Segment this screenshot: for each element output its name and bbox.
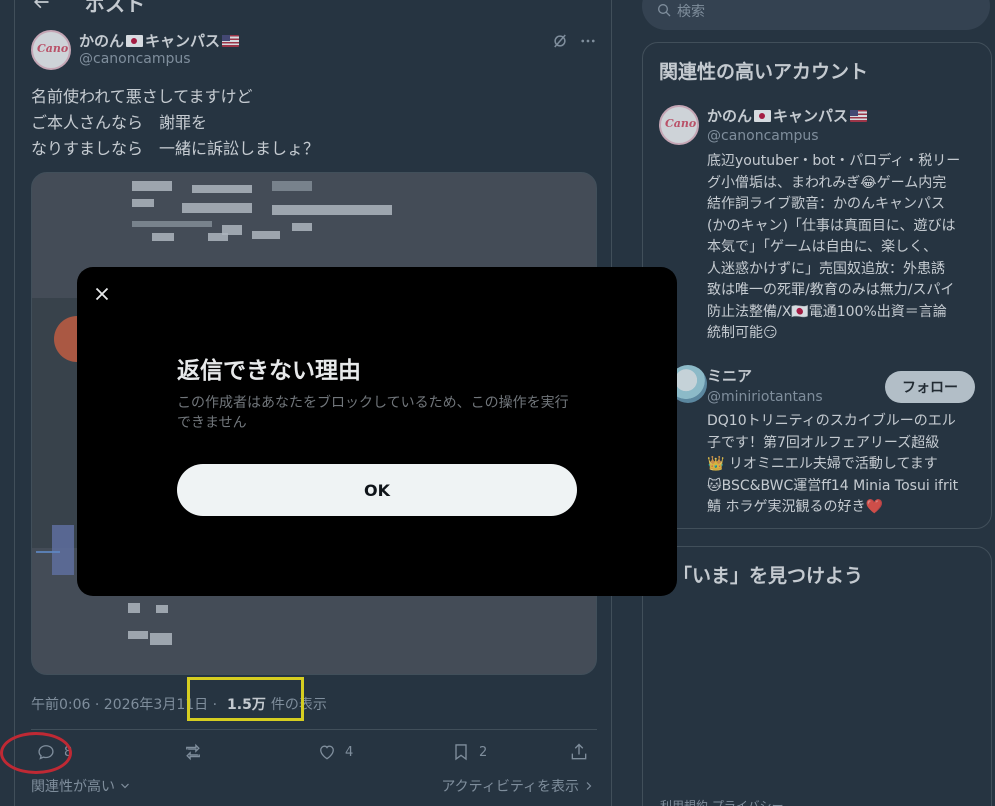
- ok-button[interactable]: OK: [177, 464, 577, 516]
- activity-label: アクティビティを表示: [441, 779, 579, 795]
- post-text-line: ご本人さんなら 謝罪を: [31, 113, 208, 132]
- sort-label: 関連性が高い: [31, 779, 115, 795]
- bio-line: 防止法整備/X🇯🇵電通100%出資＝言論: [707, 303, 947, 320]
- author-handle[interactable]: @canoncampus: [79, 51, 191, 67]
- bookmark-icon: [455, 744, 467, 761]
- post-author: Canon かのん キャンパス @canoncampus: [31, 30, 597, 70]
- account-name[interactable]: かのん キャンパス: [707, 105, 868, 126]
- cannot-reply-dialog: 返信できない理由 この作成者はあなたをブロックしているため、この操作を実行できま…: [77, 267, 677, 596]
- account-name-text: かのん: [707, 107, 753, 125]
- bio-line: 致は唯一の死罪/教育のみは無力/スパイ: [707, 282, 955, 298]
- bio-line: (かのキャン)「仕事は真面目に、遊びは: [707, 217, 956, 234]
- bookmark-button[interactable]: 2: [451, 742, 487, 762]
- avatar-logo-text: Canon: [665, 117, 697, 130]
- close-icon[interactable]: [91, 283, 113, 305]
- bio-line: 鯖 ホラゲ実況観るの好き❤️: [707, 499, 883, 515]
- share-button[interactable]: [569, 742, 589, 762]
- discover-title: 「いま」を見つけよう: [673, 565, 864, 587]
- discover-panel: 「いま」を見つけよう: [642, 546, 992, 806]
- related-accounts-panel: 関連性の高いアカウント Canon かのん キャンパス @canoncampus…: [642, 42, 992, 529]
- bio-line: DQ10トリニティのスカイブルーのエル: [707, 413, 956, 429]
- dialog-message: この作成者はあなたをブロックしているため、この操作を実行できません: [177, 395, 569, 431]
- author-display-name[interactable]: かのん キャンパス: [79, 30, 240, 51]
- reply-highlight-circle: [0, 732, 72, 774]
- more-options-icon[interactable]: [579, 32, 597, 50]
- search-bar[interactable]: 検索: [642, 0, 990, 30]
- author-name: かのん: [79, 32, 125, 50]
- avatar[interactable]: Canon: [659, 105, 699, 145]
- usa-flag-icon: [222, 34, 240, 47]
- related-accounts-title: 関連性の高いアカウント: [659, 61, 869, 83]
- page-title: ポスト: [85, 0, 145, 16]
- bio-line: 底辺youtuber・bot・パロディ・税リー: [707, 153, 961, 169]
- sort-dropdown[interactable]: 関連性が高い: [31, 776, 131, 796]
- post-text-line: 名前使われて悪さしてますけど: [31, 87, 253, 106]
- usa-flag-icon: [850, 109, 868, 122]
- top-bar: ポスト: [15, 0, 611, 16]
- bookmark-count: 2: [479, 744, 488, 760]
- bio-line: 人迷惑かけずに」売国奴追放：外患誘: [707, 260, 945, 277]
- like-count: 4: [345, 744, 354, 760]
- divider: [31, 729, 597, 730]
- account-handle[interactable]: @canoncampus: [707, 128, 819, 144]
- account-bio: 底辺youtuber・bot・パロディ・税リー グ小僧垢は、まわれみぎ😂ゲーム内…: [707, 151, 979, 345]
- avatar-logo-text: Canon: [37, 42, 69, 55]
- bio-line: 統制可能😏: [707, 325, 778, 341]
- post-text-line: なりすましなら 一緒に訴訟しましょ？: [31, 139, 320, 158]
- repost-icon: [186, 743, 200, 761]
- dialog-title: 返信できない理由: [177, 358, 361, 384]
- avatar[interactable]: Canon: [31, 30, 71, 70]
- japan-flag-icon: [126, 34, 144, 47]
- author-name-suffix: キャンパス: [145, 32, 221, 50]
- heart-icon: [320, 745, 334, 760]
- back-arrow-icon[interactable]: [31, 0, 51, 12]
- bio-line: 子です！第7回オルフェアリーズ超級: [707, 434, 940, 451]
- repost-button[interactable]: [183, 742, 211, 762]
- bio-line: 👑 リオミニエル夫婦で活動してます: [707, 456, 938, 472]
- post-text: 名前使われて悪さしてますけど ご本人さんなら 謝罪を なりすましなら 一緒に訴訟…: [31, 84, 319, 162]
- grok-icon[interactable]: [551, 32, 569, 50]
- footer-links[interactable]: 利用規約 プライバシー: [660, 797, 784, 806]
- search-input[interactable]: 検索: [677, 1, 705, 21]
- like-button[interactable]: 4: [317, 742, 353, 762]
- activity-link[interactable]: アクティビティを表示: [441, 776, 595, 796]
- japan-flag-icon: [754, 109, 772, 122]
- account-handle[interactable]: @miniriotantans: [707, 389, 823, 405]
- bio-line: 結作詞ライブ歌音：かのんキャンパス: [707, 196, 945, 212]
- share-icon: [571, 743, 587, 760]
- post-actions: 8 4 2: [31, 738, 597, 768]
- chevron-down-icon: [121, 783, 129, 789]
- account-name[interactable]: ミニア: [707, 365, 752, 386]
- bio-line: 本気で」「ゲームは自由に、楽しく、: [707, 239, 938, 255]
- follow-button[interactable]: フォロー: [885, 371, 975, 403]
- views-highlight-box: [187, 677, 304, 721]
- bio-line: グ小僧垢は、まわれみぎ😂ゲーム内完: [707, 174, 947, 191]
- account-bio: DQ10トリニティのスカイブルーのエル 子です！第7回オルフェアリーズ超級 👑 …: [707, 411, 979, 519]
- account-name-suffix: キャンパス: [773, 107, 849, 125]
- search-icon: [658, 4, 671, 17]
- chevron-right-icon: [586, 782, 592, 790]
- bio-line: 🐱BSC&BWC運営ff14 Minia Tosui ifrit: [707, 477, 959, 494]
